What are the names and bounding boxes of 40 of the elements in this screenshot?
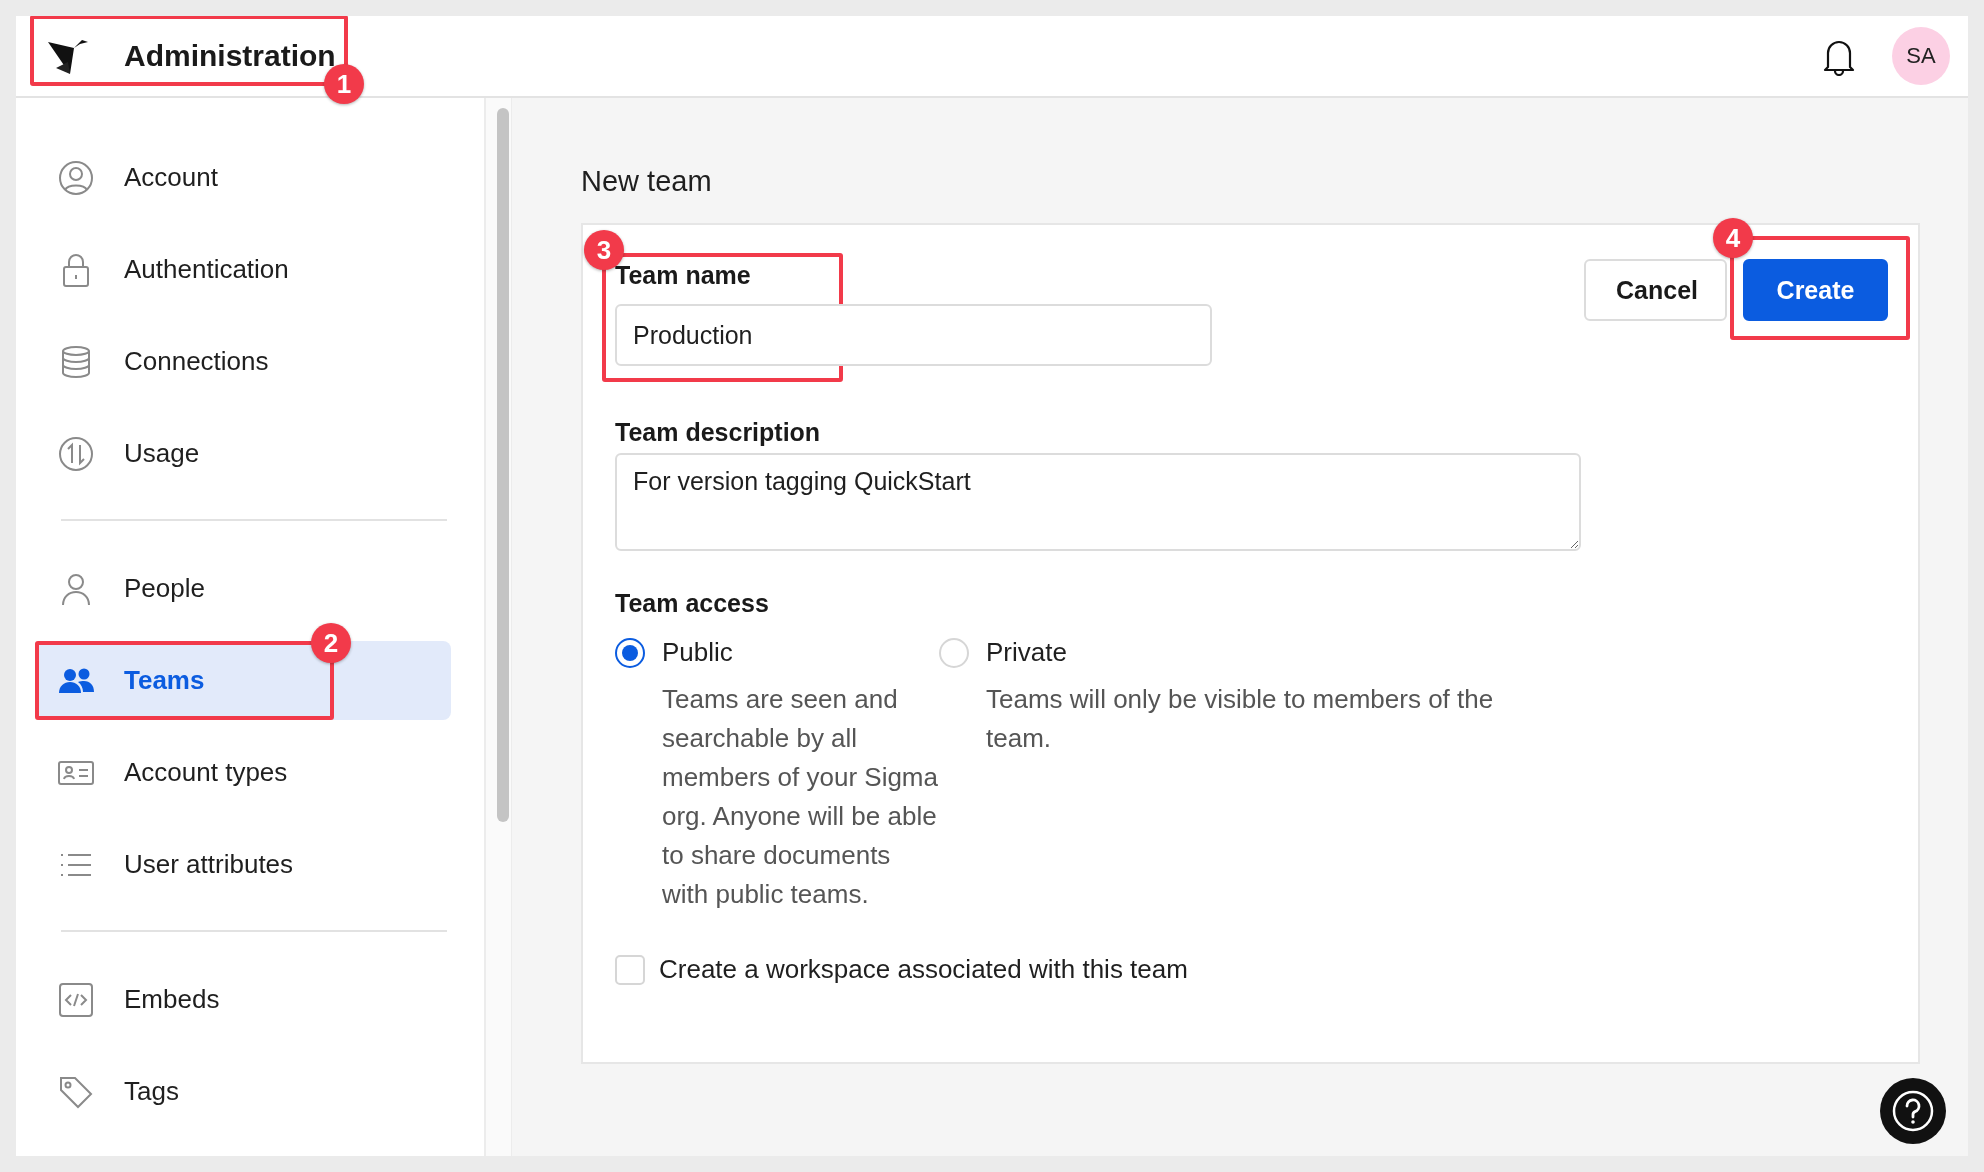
- radio-button[interactable]: [615, 637, 645, 668]
- sidebar-item-label: Connections: [124, 346, 269, 377]
- sidebar-item[interactable]: Account types: [35, 733, 451, 812]
- cancel-button[interactable]: Cancel: [1584, 259, 1727, 321]
- callout-badge: 2: [311, 623, 351, 663]
- sidebar-item[interactable]: Authentication: [35, 230, 451, 309]
- radio-label: Private: [986, 637, 1067, 668]
- sidebar-item-label: User attributes: [124, 849, 294, 880]
- checkbox-label: Create a workspace associated with this team: [659, 954, 1188, 985]
- field-label: Team access: [615, 588, 770, 619]
- up-down-arrows-icon: [57, 434, 95, 473]
- create-button[interactable]: Create: [1743, 259, 1888, 321]
- sidebar-item[interactable]: Embeds: [35, 960, 451, 1039]
- sidebar-item[interactable]: User attributes: [35, 825, 451, 904]
- sidebar-item[interactable]: Account: [35, 138, 451, 217]
- sidebar-item[interactable]: Usage: [35, 414, 451, 493]
- sidebar-item-label: Embeds: [124, 984, 220, 1015]
- page-title: New team: [581, 164, 713, 199]
- sidebar-item[interactable]: Tags: [35, 1052, 451, 1131]
- sidebar-item-label: Tags: [124, 1076, 179, 1107]
- scrollbar-thumb[interactable]: [497, 108, 509, 822]
- sidebar-item[interactable]: Connections: [35, 322, 451, 401]
- sidebar-item-label: Usage: [124, 438, 200, 469]
- user-avatar[interactable]: SA: [1892, 27, 1950, 85]
- option-description: Teams will only be visible to members of the team.: [986, 683, 1495, 755]
- sidebar-item-label: Authentication: [124, 254, 289, 285]
- sidebar-item-label: Account: [124, 162, 218, 193]
- team-name-input[interactable]: Production: [615, 304, 1212, 366]
- code-icon: [57, 980, 95, 1019]
- sidebar-item-label: Account types: [124, 757, 288, 788]
- option-description: Teams are seen and searchable by all members of your Sigma org. Anyone will be able to share documents with public teams.: [662, 683, 939, 911]
- sidebar-item-label: Teams: [124, 665, 205, 696]
- help-icon: [1891, 1089, 1935, 1133]
- callout-badge: 4: [1713, 218, 1753, 258]
- checkbox[interactable]: [615, 954, 645, 985]
- user-circle-icon: [57, 158, 95, 197]
- team-description-input[interactable]: For version tagging QuickStart: [615, 453, 1581, 551]
- sidebar-item-label: People: [124, 573, 205, 604]
- field-label: Team description: [615, 417, 822, 448]
- radio-label: Public: [662, 637, 733, 668]
